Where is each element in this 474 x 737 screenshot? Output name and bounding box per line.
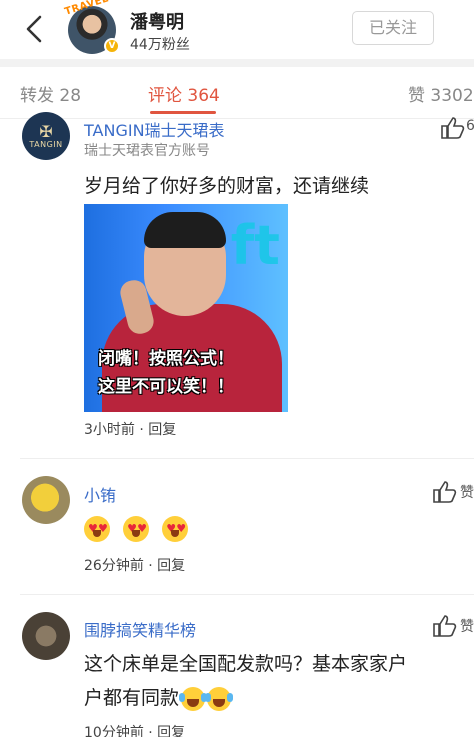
comment-text-line1: 这个床单是全国配发款吗？基本家家户 — [84, 653, 408, 675]
meme-caption-line2: 这里不可以笑！！ — [98, 377, 234, 397]
comment-meta[interactable]: 26分钟前 · 回复 — [84, 555, 185, 575]
comment-emoji-row: ♥ ♥ ♥ ♥ ♥ ♥ — [84, 516, 196, 542]
comment-avatar-tangin[interactable]: ✠ TANGIN — [22, 112, 70, 160]
meme-person-hair — [144, 212, 226, 248]
like-count: 6 — [466, 118, 474, 134]
tab-comments[interactable]: 评论 364 — [148, 81, 220, 106]
comment-avatar-gaoxiao[interactable] — [22, 612, 70, 660]
comment-author-name[interactable]: 小铕 — [84, 482, 116, 506]
tab-bar: 转发 28 评论 364 赞 3302 — [0, 67, 474, 119]
like-label[interactable]: 赞 — [460, 616, 474, 636]
comment-text-line2: 户都有同款 — [84, 687, 180, 709]
comment-author-subtitle: 瑞士天珺表官方账号 — [84, 143, 210, 159]
active-tab-indicator — [150, 111, 216, 114]
comment-divider — [20, 594, 474, 595]
comment-author-name[interactable]: 围脖搞笑精华榜 — [84, 617, 196, 641]
comment-divider — [20, 458, 474, 459]
comment-meme-image[interactable]: ft 闭嘴！按照公式！ 这里不可以笑！！ — [84, 204, 288, 412]
meme-caption-line1: 闭嘴！按照公式！ — [98, 349, 234, 369]
tears-of-joy-emoji-icon — [179, 686, 208, 711]
heart-eyes-emoji-icon: ♥ ♥ — [162, 516, 189, 542]
tears-of-joy-emoji-icon — [205, 686, 234, 711]
back-arrow-icon[interactable] — [22, 14, 46, 44]
tab-reposts[interactable]: 转发 28 — [20, 81, 81, 106]
crest-icon: ✠ — [39, 121, 53, 141]
meme-background-decor: ft — [230, 214, 280, 277]
comment-meta[interactable]: 10分钟前 · 回复 — [84, 722, 185, 737]
like-icon[interactable] — [432, 480, 458, 504]
like-label[interactable]: 赞 — [460, 482, 474, 502]
fans-count: 44万粉丝 — [130, 37, 190, 53]
comment-avatar-psyduck[interactable] — [22, 476, 70, 524]
avatar-badge-text: TRAVEL — [63, 0, 111, 18]
tab-likes[interactable]: 赞 3302 — [408, 81, 474, 106]
verified-badge-icon: V — [104, 38, 120, 54]
user-name[interactable]: 潘粤明 — [130, 8, 184, 34]
comment-text: 岁月给了你好多的财富，还请继续 — [84, 175, 370, 197]
like-icon[interactable] — [440, 116, 466, 140]
comment-author-name[interactable]: TANGIN瑞士天珺表 — [84, 117, 225, 141]
comment-text-line2-row: 户都有同款 — [84, 682, 234, 714]
comment-meta[interactable]: 3小时前 · 回复 — [84, 419, 176, 439]
tangin-logo-text: TANGIN — [29, 139, 63, 149]
heart-eyes-emoji-icon: ♥ ♥ — [84, 516, 110, 542]
profile-header: TRAVEL V 潘粤明 44万粉丝 已关注 — [0, 0, 474, 58]
follow-button[interactable]: 已关注 — [352, 11, 434, 45]
like-icon[interactable] — [432, 614, 458, 638]
heart-eyes-emoji-icon: ♥ ♥ — [123, 516, 150, 542]
header-divider — [0, 59, 474, 67]
